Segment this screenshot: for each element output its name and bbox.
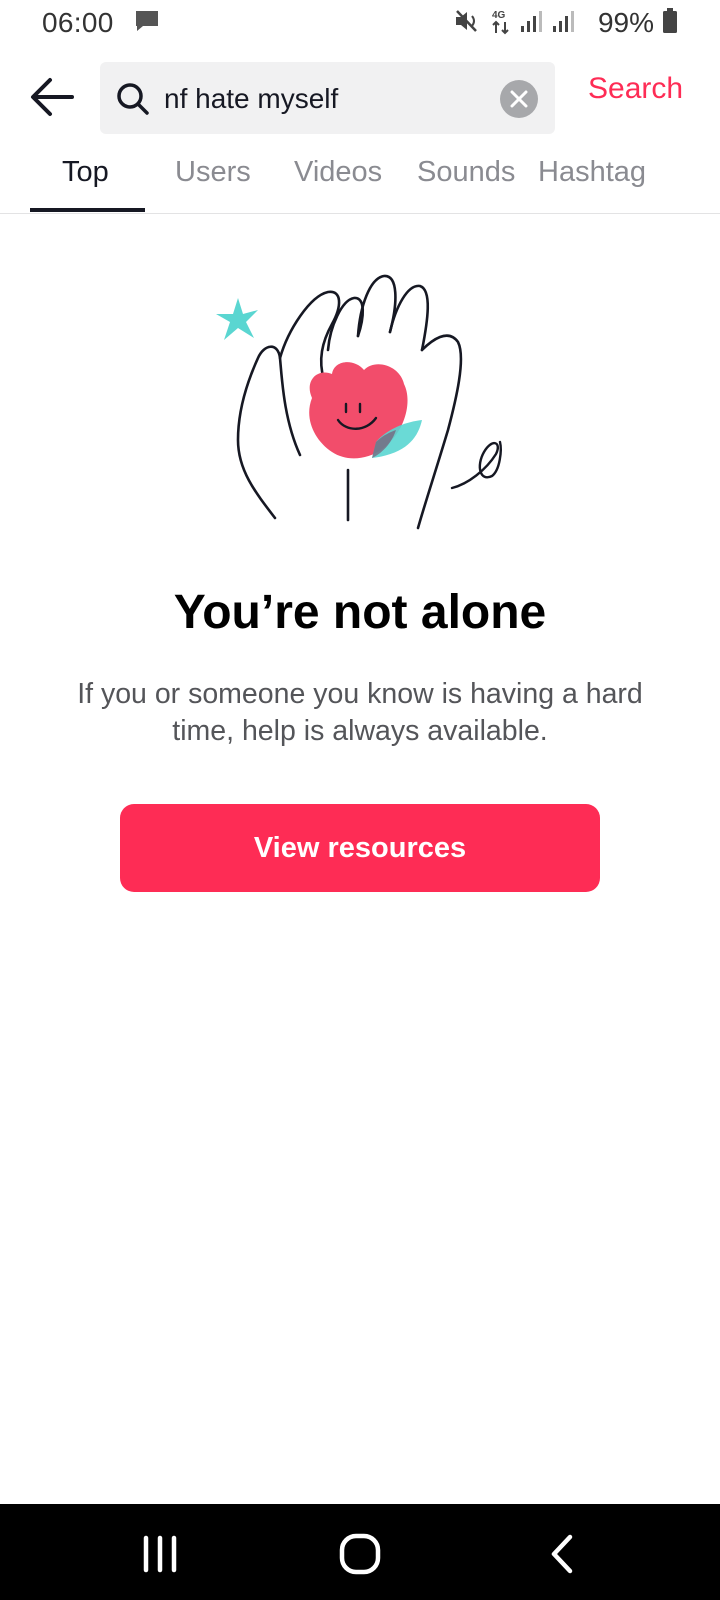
- status-bar: 06:00 4G 99%: [0, 0, 720, 46]
- search-button[interactable]: Search: [588, 72, 683, 106]
- smiling-flower-icon: [309, 362, 422, 459]
- tab-videos[interactable]: Videos: [294, 156, 382, 189]
- 4g-icon: 4G: [490, 7, 512, 40]
- tab-sounds[interactable]: Sounds: [417, 156, 515, 189]
- status-time: 06:00: [42, 7, 114, 38]
- clear-search-button[interactable]: [500, 80, 538, 118]
- status-left: 06:00: [42, 7, 160, 39]
- search-header: nf hate myself Search: [0, 60, 720, 134]
- headline: You’re not alone: [173, 586, 547, 639]
- signal-icon: [552, 9, 576, 38]
- battery-icon: [662, 7, 678, 39]
- screen: 06:00 4G 99% nf hate myself Search Top U…: [0, 0, 720, 1600]
- status-right: 4G 99%: [454, 7, 678, 40]
- battery-percent: 99%: [597, 7, 654, 38]
- search-input[interactable]: nf hate myself: [100, 62, 555, 134]
- search-query[interactable]: nf hate myself: [164, 83, 338, 115]
- tab-users[interactable]: Users: [175, 156, 251, 189]
- active-tab-indicator: [30, 208, 145, 212]
- search-icon: [117, 83, 149, 115]
- back-icon: [551, 1534, 573, 1574]
- tab-hashtag[interactable]: Hashtag: [538, 156, 646, 189]
- clear-icon: [510, 90, 528, 108]
- back-arrow-icon: [31, 78, 74, 116]
- svg-text:4G: 4G: [492, 10, 506, 21]
- search-tabs: Top Users Videos Sounds Hashtag: [0, 148, 720, 214]
- tab-top[interactable]: Top: [62, 156, 109, 189]
- system-nav-bar: [0, 1504, 720, 1600]
- view-resources-button[interactable]: View resources: [120, 804, 600, 892]
- recent-apps-button[interactable]: [130, 1532, 190, 1576]
- message-icon: [134, 9, 160, 38]
- hands-holding-flower-illustration: [216, 274, 502, 530]
- recent-apps-icon: [143, 1535, 177, 1573]
- sparkle-icon: [216, 298, 258, 340]
- home-button[interactable]: [330, 1532, 390, 1576]
- support-message: If you or someone you know is having a h…: [77, 678, 643, 747]
- mute-icon: [454, 8, 482, 39]
- signal-icon: [520, 9, 544, 38]
- system-back-button[interactable]: [532, 1532, 592, 1576]
- back-button[interactable]: [28, 75, 76, 119]
- home-icon: [339, 1533, 381, 1575]
